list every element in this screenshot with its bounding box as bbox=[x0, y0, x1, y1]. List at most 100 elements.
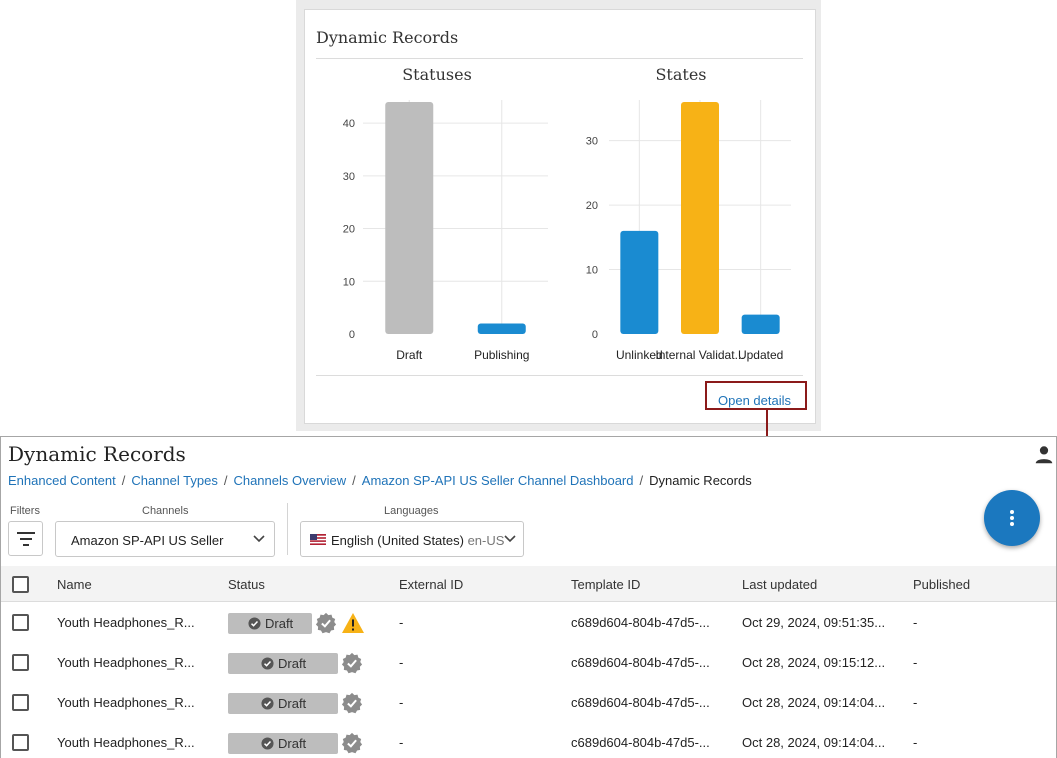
status-badge: Draft bbox=[228, 693, 338, 714]
record-name[interactable]: Youth Headphones_R... bbox=[57, 695, 195, 710]
template-id: c689d604-804b-47d5-... bbox=[571, 735, 710, 750]
breadcrumb-current: Dynamic Records bbox=[649, 473, 752, 488]
status-badge-label: Draft bbox=[278, 696, 307, 711]
x-tick-label: Updated bbox=[738, 348, 783, 362]
channel-select-value: Amazon SP-API US Seller bbox=[71, 533, 224, 548]
published: - bbox=[913, 735, 918, 750]
channels-label: Channels bbox=[142, 505, 189, 517]
column-header-published[interactable]: Published bbox=[913, 577, 970, 592]
verified-badge-icon bbox=[341, 692, 363, 714]
breadcrumb-separator: / bbox=[639, 473, 644, 488]
breadcrumb-channels-overview[interactable]: Channels Overview bbox=[233, 473, 346, 488]
x-tick-label: Draft bbox=[396, 348, 423, 362]
template-id: c689d604-804b-47d5-... bbox=[571, 655, 710, 670]
breadcrumb-enhanced-content[interactable]: Enhanced Content bbox=[8, 473, 116, 488]
published: - bbox=[913, 695, 918, 710]
y-tick-label: 10 bbox=[586, 265, 598, 277]
status-badge: Draft bbox=[228, 613, 312, 634]
filter-divider bbox=[287, 503, 288, 555]
y-tick-label: 10 bbox=[343, 276, 355, 288]
verified-badge-icon bbox=[341, 652, 363, 674]
language-select[interactable]: English (United States) en-US bbox=[300, 521, 524, 557]
page-title: Dynamic Records bbox=[8, 442, 186, 466]
y-tick-label: 20 bbox=[586, 200, 598, 212]
widget-title-divider bbox=[316, 58, 803, 59]
language-select-value: English (United States) en-US bbox=[331, 533, 504, 548]
bar-publishing bbox=[477, 323, 526, 334]
language-name: English (United States) bbox=[331, 533, 464, 548]
more-actions-button[interactable] bbox=[984, 490, 1040, 546]
check-circle-icon bbox=[261, 657, 274, 670]
open-details-link[interactable]: Open details bbox=[718, 393, 791, 408]
external-id: - bbox=[399, 655, 404, 670]
check-circle-icon bbox=[261, 697, 274, 710]
user-icon[interactable] bbox=[1033, 444, 1055, 466]
row-checkbox[interactable] bbox=[12, 694, 29, 711]
y-tick-label: 0 bbox=[349, 329, 355, 341]
breadcrumb-channel-dashboard[interactable]: Amazon SP-API US Seller Channel Dashboar… bbox=[362, 473, 634, 488]
external-id: - bbox=[399, 735, 404, 750]
breadcrumb-channel-types[interactable]: Channel Types bbox=[131, 473, 218, 488]
bar-internal-validat- bbox=[681, 102, 719, 334]
published: - bbox=[913, 615, 918, 630]
column-header-template-id[interactable]: Template ID bbox=[571, 577, 640, 592]
channel-select[interactable]: Amazon SP-API US Seller bbox=[55, 521, 275, 557]
external-id: - bbox=[399, 695, 404, 710]
status-badge-label: Draft bbox=[265, 616, 294, 631]
template-id: c689d604-804b-47d5-... bbox=[571, 695, 710, 710]
languages-label: Languages bbox=[384, 505, 439, 517]
record-name[interactable]: Youth Headphones_R... bbox=[57, 655, 195, 670]
last-updated: Oct 28, 2024, 09:14:04... bbox=[742, 735, 886, 750]
x-tick-label: Internal Validat... bbox=[655, 348, 744, 362]
more-vertical-icon bbox=[1010, 510, 1014, 526]
column-header-external-id[interactable]: External ID bbox=[399, 577, 463, 592]
bar-draft bbox=[385, 102, 434, 334]
x-tick-label: Publishing bbox=[474, 348, 529, 362]
row-checkbox[interactable] bbox=[12, 734, 29, 751]
widget-title: Dynamic Records bbox=[316, 28, 459, 47]
last-updated: Oct 29, 2024, 09:51:35... bbox=[742, 615, 886, 630]
column-header-name[interactable]: Name bbox=[57, 577, 92, 592]
last-updated: Oct 28, 2024, 09:15:12... bbox=[742, 655, 886, 670]
breadcrumb: Enhanced Content / Channel Types / Channels … bbox=[8, 473, 752, 488]
chart-title-0: Statuses bbox=[402, 65, 472, 84]
record-name[interactable]: Youth Headphones_R... bbox=[57, 735, 195, 750]
verified-badge-icon bbox=[341, 732, 363, 754]
breadcrumb-separator: / bbox=[121, 473, 126, 488]
status-badge: Draft bbox=[228, 733, 338, 754]
template-id: c689d604-804b-47d5-... bbox=[571, 615, 710, 630]
filter-button[interactable] bbox=[8, 521, 43, 556]
filter-icon bbox=[17, 532, 35, 546]
table-header bbox=[1, 566, 1056, 602]
charts-area: Statuses 0 10 20 30 40 Draft Publishing States 0 1… bbox=[343, 65, 791, 362]
chart-title-1: States bbox=[655, 65, 706, 84]
y-tick-label: 0 bbox=[592, 329, 598, 341]
y-tick-label: 30 bbox=[586, 136, 598, 148]
widget-footer-divider bbox=[316, 375, 803, 376]
status-badge-label: Draft bbox=[278, 736, 307, 751]
status-badge-label: Draft bbox=[278, 656, 307, 671]
chevron-down-icon bbox=[253, 535, 265, 543]
language-code: en-US bbox=[467, 533, 505, 548]
filters-label: Filters bbox=[10, 505, 40, 517]
row-checkbox[interactable] bbox=[12, 654, 29, 671]
breadcrumb-separator: / bbox=[223, 473, 228, 488]
us-flag-icon bbox=[310, 534, 326, 545]
published: - bbox=[913, 655, 918, 670]
column-header-status[interactable]: Status bbox=[228, 577, 265, 592]
y-tick-label: 40 bbox=[343, 118, 355, 130]
breadcrumb-separator: / bbox=[352, 473, 356, 488]
bar-updated bbox=[741, 314, 780, 334]
chevron-down-icon bbox=[504, 535, 516, 543]
y-tick-label: 20 bbox=[343, 224, 355, 236]
record-name[interactable]: Youth Headphones_R... bbox=[57, 615, 195, 630]
bar-unlinked bbox=[620, 230, 659, 334]
row-checkbox[interactable] bbox=[12, 614, 29, 631]
warning-icon bbox=[342, 613, 364, 633]
check-circle-icon bbox=[248, 617, 261, 630]
verified-badge-icon bbox=[315, 612, 337, 634]
status-badge: Draft bbox=[228, 653, 338, 674]
external-id: - bbox=[399, 615, 404, 630]
column-header-last-updated[interactable]: Last updated bbox=[742, 577, 817, 592]
select-all-checkbox[interactable] bbox=[12, 576, 29, 593]
